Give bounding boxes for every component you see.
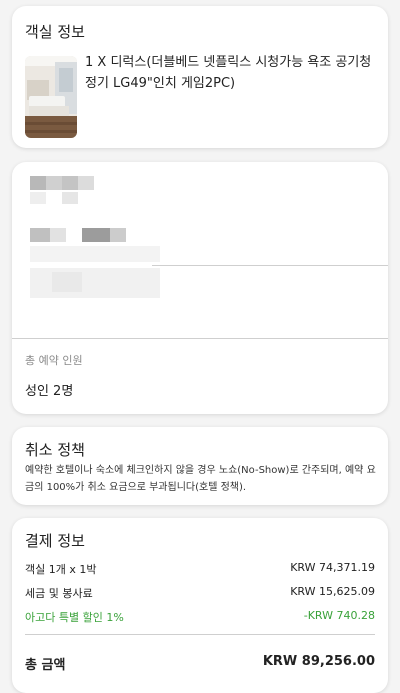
payment-total-value: KRW 89,256.00 [262,654,375,669]
payment-row-tax: 세금 및 봉사료 KRW 15,625.09 [25,585,375,601]
divider [25,634,375,635]
payment-title: 결제 정보 [25,532,85,550]
pixelated-guest-detail [110,228,126,242]
payment-total-row: 총 금액 KRW 89,256.00 [25,654,375,673]
pixelated-guest-detail [82,228,110,242]
pixelated-guest-contact [30,268,160,298]
total-guests-label: 총 예약 인원 [25,354,83,367]
room-info-title: 객실 정보 [25,23,85,41]
payment-card: 결제 정보 객실 1개 x 1박 KRW 74,371.19 세금 및 봉사료 … [12,518,388,693]
pixelated-guest-name [62,192,78,204]
pixelated-guest-name [30,192,46,204]
cancel-policy-title: 취소 정책 [25,441,85,459]
payment-row-discount: 아고다 특별 할인 1% -KRW 740.28 [25,609,375,625]
pixelated-guest-detail [30,246,160,262]
room-thumbnail[interactable] [25,56,77,138]
cancel-policy-card: 취소 정책 예약한 호텔이나 숙소에 체크인하지 않을 경우 노쇼(No-Sho… [12,427,388,505]
payment-row-label: 아고다 특별 할인 1% [25,611,124,624]
pixelated-guest-name [30,176,46,190]
pixelated-guest-detail [30,228,50,242]
payment-row-label: 객실 1개 x 1박 [25,563,97,576]
pixelated-guest-contact [52,272,82,292]
guest-info-card: 총 예약 인원 성인 2명 [12,162,388,414]
divider [152,265,388,266]
cancel-policy-text: 예약한 호텔이나 숙소에 체크인하지 않을 경우 노쇼(No-Show)로 간주… [25,465,376,493]
payment-total-label: 총 금액 [25,658,66,673]
pixelated-guest-name [62,176,78,190]
payment-row-value: -KRW 740.28 [303,609,375,622]
pixelated-guest-name [78,176,94,190]
room-info-card: 객실 정보 1 X 디럭스(더블베드 넷플릭스 시청가능 욕조 공기청정기 LG… [12,6,388,148]
room-photo-icon [25,56,77,138]
payment-row-label: 세금 및 봉사료 [25,587,93,600]
divider [12,338,388,339]
total-guests-value: 성인 2명 [25,384,74,399]
pixelated-guest-detail [50,228,66,242]
room-name: 1 X 디럭스(더블베드 넷플릭스 시청가능 욕조 공기청정기 LG49"인치 … [85,55,372,91]
payment-row-room: 객실 1개 x 1박 KRW 74,371.19 [25,561,375,577]
payment-row-value: KRW 74,371.19 [290,561,375,574]
payment-row-value: KRW 15,625.09 [290,585,375,598]
pixelated-guest-name [46,176,62,190]
